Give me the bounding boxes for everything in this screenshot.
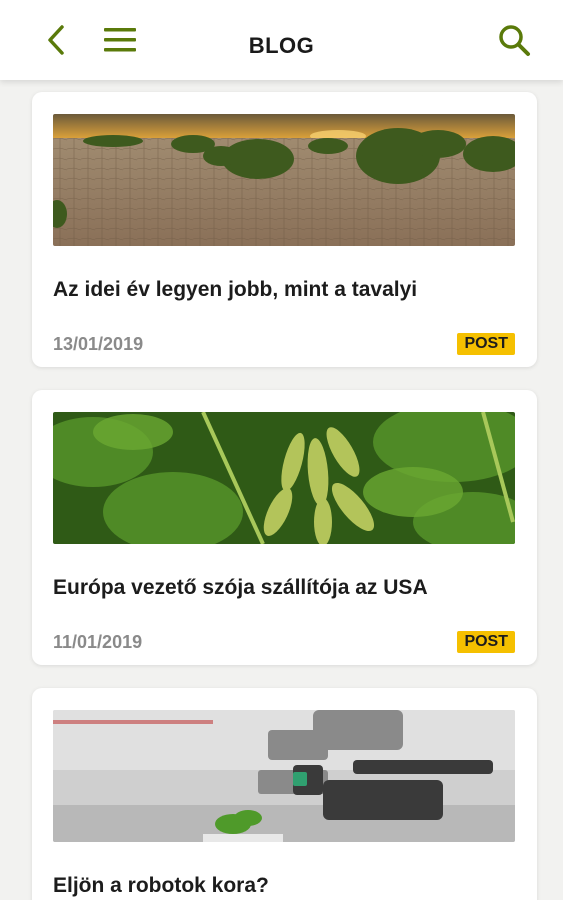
post-tag-badge: POST bbox=[457, 631, 515, 653]
post-tag-badge: POST bbox=[457, 333, 515, 355]
app-header: BLOG bbox=[0, 0, 563, 80]
post-title: Az idei év legyen jobb, mint a tavalyi bbox=[53, 278, 418, 301]
blog-card[interactable]: Az idei év legyen jobb, mint a tavalyi 1… bbox=[32, 92, 537, 367]
post-image-desert bbox=[53, 114, 515, 246]
blog-feed: Az idei év legyen jobb, mint a tavalyi 1… bbox=[0, 80, 563, 900]
page-title: BLOG bbox=[248, 33, 315, 58]
post-title: Eljön a robotok kora? bbox=[53, 874, 269, 897]
search-button[interactable] bbox=[494, 20, 534, 60]
post-image-robot bbox=[53, 710, 515, 842]
blog-card[interactable]: Európa vezető szója szállítója az USA 11… bbox=[32, 390, 537, 665]
search-icon bbox=[499, 25, 530, 56]
post-image-soybean bbox=[53, 412, 515, 544]
post-date: 11/01/2019 bbox=[53, 632, 143, 652]
post-date: 13/01/2019 bbox=[53, 334, 144, 354]
blog-card[interactable]: Eljön a robotok kora? bbox=[32, 688, 537, 900]
post-title: Európa vezető szója szállítója az USA bbox=[53, 576, 428, 599]
